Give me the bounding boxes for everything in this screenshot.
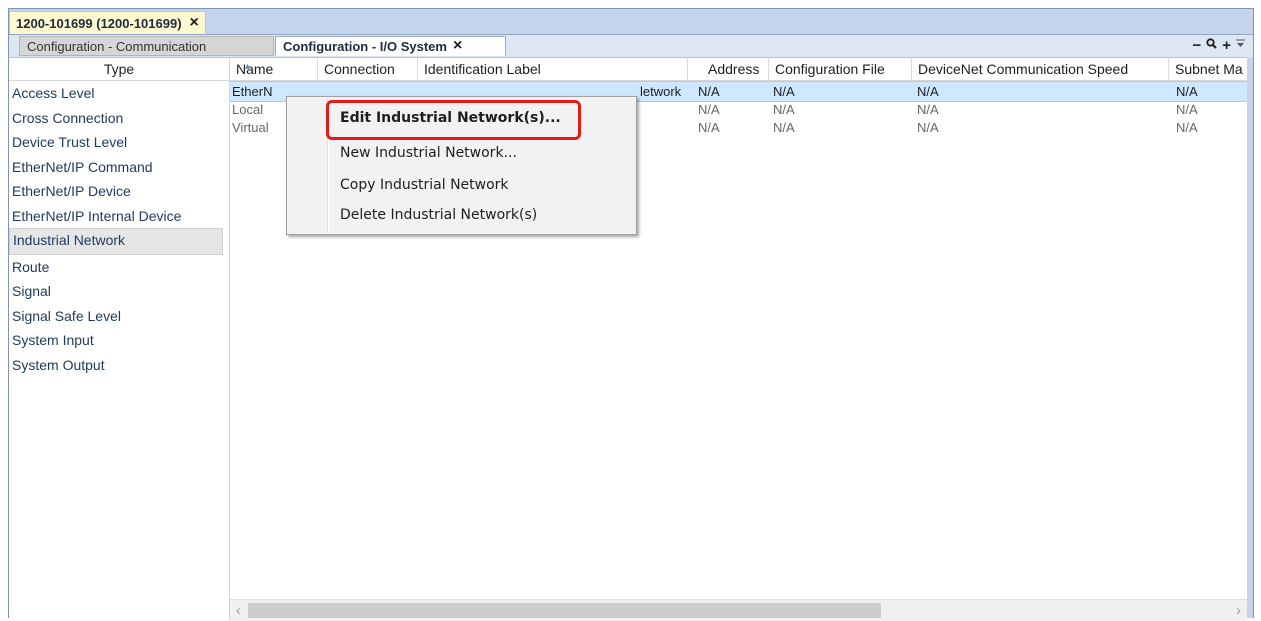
menu-item-delete-industrial-networks[interactable]: Delete Industrial Network(s): [340, 203, 537, 227]
column-header-subnet-mask[interactable]: Subnet Ma: [1169, 58, 1247, 80]
type-item-access-level[interactable]: Access Level: [9, 81, 229, 106]
scrollbar-thumb[interactable]: [248, 603, 881, 618]
tab-configuration-communication[interactable]: Configuration - Communication: [19, 36, 274, 56]
plus-icon[interactable]: +: [1222, 37, 1231, 55]
view-toolbar: − +: [1192, 37, 1245, 55]
cell-address: N/A: [698, 120, 720, 135]
type-item-ethernetip-device[interactable]: EtherNet/IP Device: [9, 179, 229, 204]
type-item-route[interactable]: Route: [9, 255, 229, 280]
type-item-device-trust-level[interactable]: Device Trust Level: [9, 130, 229, 155]
type-item-ethernetip-command[interactable]: EtherNet/IP Command: [9, 155, 229, 180]
menu-item-edit-industrial-networks[interactable]: Edit Industrial Network(s)...: [340, 106, 561, 130]
menu-item-copy-industrial-network[interactable]: Copy Industrial Network: [340, 173, 509, 197]
column-header-connection[interactable]: Connection: [318, 58, 418, 80]
menu-gutter: [327, 99, 329, 232]
sub-tab-strip: Configuration - Communication Configurat…: [9, 34, 1253, 58]
document-tab[interactable]: 1200-101699 (1200-101699) ×: [9, 11, 206, 34]
column-header-name[interactable]: ▲ Name: [230, 58, 318, 80]
type-item-industrial-network[interactable]: Industrial Network: [9, 228, 223, 255]
tab-label: Configuration - Communication: [27, 38, 207, 54]
type-item-system-output[interactable]: System Output: [9, 353, 229, 378]
document-tab-title: 1200-101699 (1200-101699): [16, 15, 182, 31]
type-item-signal-safe-level[interactable]: Signal Safe Level: [9, 304, 229, 329]
cell-subnet-mask: N/A: [1176, 84, 1198, 99]
cell-subnet-mask: N/A: [1176, 120, 1198, 135]
cell-devicenet-speed: N/A: [917, 120, 939, 135]
sort-ascending-icon: ▲: [243, 61, 252, 71]
cell-address: N/A: [698, 84, 720, 99]
close-icon[interactable]: ×: [453, 38, 462, 54]
context-menu: Edit Industrial Network(s)... New Indust…: [286, 96, 637, 235]
cell-devicenet-speed: N/A: [917, 84, 939, 99]
cell-configuration-file: N/A: [773, 84, 795, 99]
column-header-devicenet-speed[interactable]: DeviceNet Communication Speed: [912, 58, 1169, 80]
column-header-label: Name: [236, 61, 274, 77]
type-item-system-input[interactable]: System Input: [9, 328, 229, 353]
cell-configuration-file: N/A: [773, 120, 795, 135]
zoom-icon[interactable]: [1206, 37, 1217, 55]
type-item-signal[interactable]: Signal: [9, 279, 229, 304]
column-header-address[interactable]: Address: [688, 58, 769, 80]
minus-icon[interactable]: −: [1192, 37, 1201, 55]
grid-header: ▲ Name Connection Identification Label A…: [230, 58, 1247, 81]
type-item-cross-connection[interactable]: Cross Connection: [9, 106, 229, 131]
tab-label: Configuration - I/O System: [283, 38, 447, 54]
cell-identification-label: letwork: [640, 84, 682, 99]
column-header-identification-label[interactable]: Identification Label: [418, 58, 688, 80]
type-panel: Type Access Level Cross Connection Devic…: [9, 58, 230, 620]
type-header: Type: [9, 58, 229, 81]
menu-item-new-industrial-network[interactable]: New Industrial Network...: [340, 141, 517, 165]
overflow-icon[interactable]: [1236, 37, 1245, 55]
close-icon[interactable]: ×: [190, 15, 199, 31]
tab-configuration-io-system[interactable]: Configuration - I/O System ×: [275, 36, 506, 56]
column-header-configuration-file[interactable]: Configuration File: [769, 58, 912, 80]
document-tab-strip: 1200-101699 (1200-101699) ×: [9, 9, 1253, 34]
type-item-ethernetip-internal-device[interactable]: EtherNet/IP Internal Device: [9, 204, 229, 229]
